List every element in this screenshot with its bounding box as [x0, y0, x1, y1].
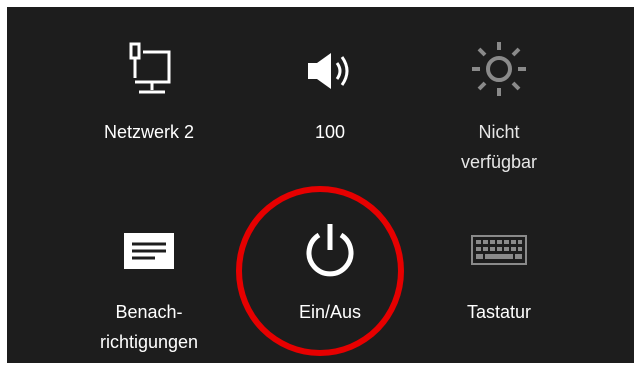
power-icon: [240, 220, 420, 280]
brightness-icon: [409, 40, 589, 98]
notifications-label: Benach- richtigungen: [99, 302, 199, 352]
brightness-label: Nicht verfügbar: [460, 122, 538, 172]
settings-panel: Netzwerk 2 100 Nicht verfügbar Benach- r…: [7, 7, 634, 363]
network-label: Netzwerk 2: [103, 122, 195, 142]
notifications-icon: [59, 231, 239, 271]
keyboard-label: Tastatur: [466, 302, 532, 322]
speaker-volume-icon: [240, 51, 420, 91]
network-tile[interactable]: Netzwerk 2: [59, 37, 239, 167]
volume-tile[interactable]: 100: [240, 37, 420, 167]
power-tile[interactable]: Ein/Aus: [240, 217, 420, 347]
keyboard-icon: [409, 235, 589, 265]
power-label: Ein/Aus: [298, 302, 362, 322]
volume-label: 100: [314, 122, 346, 142]
brightness-tile[interactable]: Nicht verfügbar: [409, 37, 589, 187]
network-icon: [59, 42, 239, 100]
notifications-tile[interactable]: Benach- richtigungen: [59, 217, 239, 362]
keyboard-tile[interactable]: Tastatur: [409, 217, 589, 347]
